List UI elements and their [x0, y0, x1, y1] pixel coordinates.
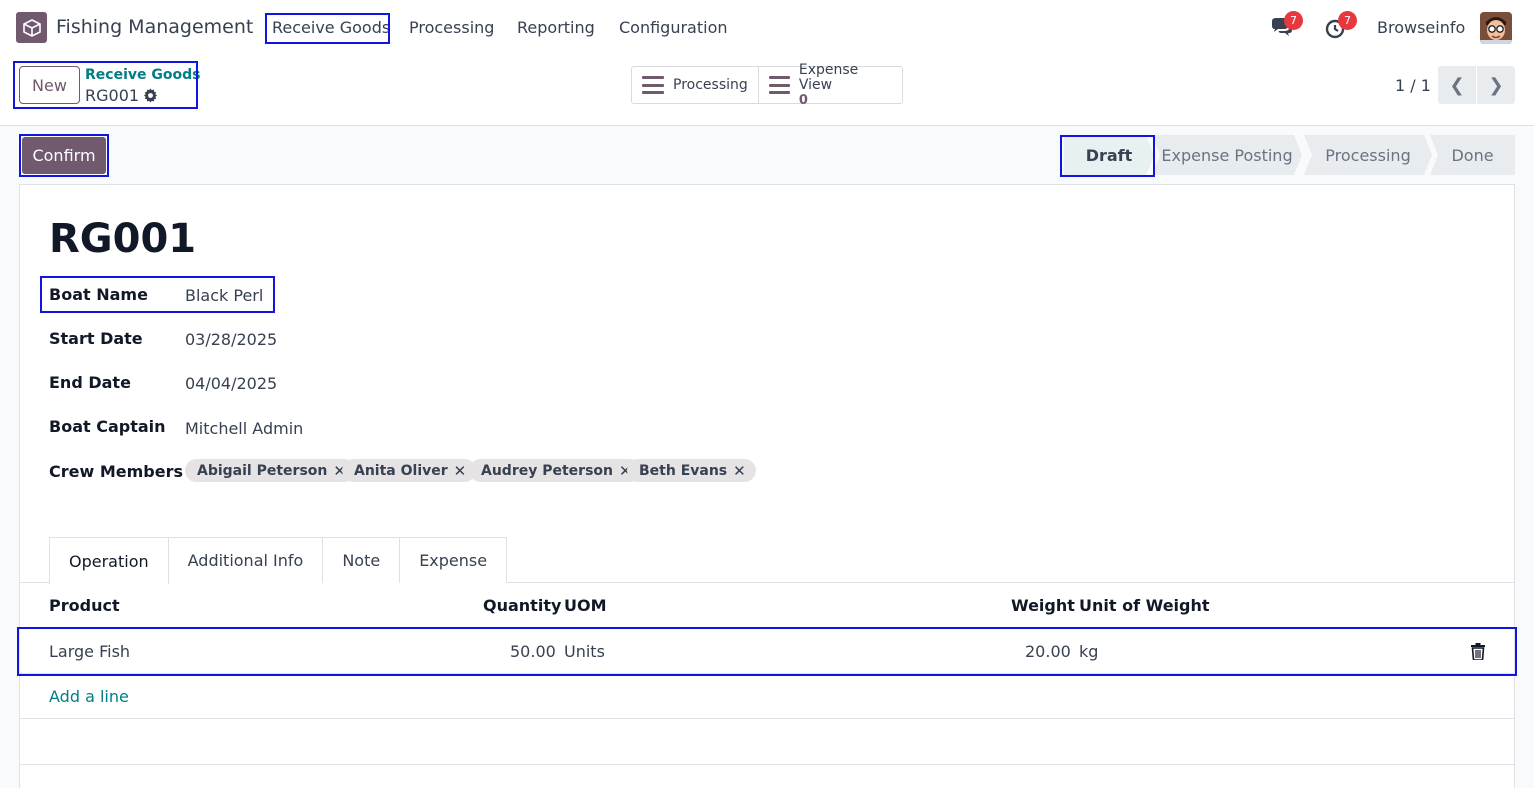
column-header-weight[interactable]: Weight	[1011, 596, 1075, 615]
activities-badge: 7	[1338, 11, 1357, 30]
tab-note[interactable]: Note	[323, 537, 401, 583]
field-start-date[interactable]: 03/28/2025	[185, 330, 277, 349]
menu-reporting[interactable]: Reporting	[517, 18, 595, 37]
stage-processing[interactable]: Processing	[1304, 135, 1432, 175]
stage-expense-posting[interactable]: Expense Posting	[1152, 135, 1302, 175]
crew-tag: Anita Oliver ✕	[342, 459, 477, 482]
field-end-date[interactable]: 04/04/2025	[185, 374, 277, 393]
column-header-quantity[interactable]: Quantity	[483, 596, 561, 615]
messages-badge: 7	[1284, 11, 1303, 30]
field-label-boat-captain: Boat Captain	[49, 417, 166, 436]
list-icon	[642, 76, 664, 94]
field-label-crew-members: Crew Members	[49, 462, 183, 481]
tab-additional-info[interactable]: Additional Info	[168, 537, 324, 583]
previous-record-button[interactable]: ❮	[1438, 66, 1476, 104]
company-switcher[interactable]: Browseinfo	[1377, 18, 1465, 37]
next-record-button[interactable]: ❯	[1476, 66, 1515, 104]
table-divider	[20, 673, 1514, 674]
crew-tag-label: Abigail Peterson	[197, 462, 328, 479]
smart-button-label: Processing	[673, 77, 748, 93]
highlight-box	[40, 276, 275, 313]
remove-tag-icon[interactable]: ✕	[454, 462, 467, 480]
user-avatar[interactable]	[1480, 12, 1512, 44]
highlight-box	[17, 627, 1517, 676]
crew-tag-label: Audrey Peterson	[481, 462, 613, 479]
smart-buttons: Processing Expense View 0	[631, 62, 903, 108]
pager-buttons: ❮ ❯	[1438, 66, 1515, 104]
smart-button-label: Expense View	[798, 61, 859, 93]
messages-button[interactable]: 7	[1270, 11, 1303, 41]
table-divider	[20, 718, 1514, 719]
crew-tag: Beth Evans ✕	[627, 459, 756, 482]
list-icon	[768, 76, 790, 94]
stage-done[interactable]: Done	[1430, 135, 1515, 175]
crew-tag-label: Beth Evans	[639, 462, 728, 479]
highlight-box	[1060, 135, 1155, 177]
highlight-box	[265, 13, 390, 44]
field-label-end-date: End Date	[49, 373, 131, 392]
app-name[interactable]: Fishing Management	[56, 16, 253, 38]
processing-smart-button[interactable]: Processing	[632, 67, 758, 103]
chevron-left-icon: ❮	[1449, 74, 1465, 96]
highlight-box	[13, 61, 198, 109]
form-sheet	[19, 184, 1515, 788]
column-header-uom[interactable]: UOM	[564, 596, 607, 615]
smart-button-value: 0	[798, 92, 808, 108]
field-boat-captain[interactable]: Mitchell Admin	[185, 419, 303, 438]
notebook-tabs: Operation Additional Info Note Expense	[49, 537, 508, 584]
crew-tag: Abigail Peterson ✕	[185, 459, 356, 482]
top-navbar: Fishing Management Receive Goods Process…	[0, 0, 1534, 56]
tab-expense[interactable]: Expense	[400, 537, 508, 583]
menu-processing[interactable]: Processing	[409, 18, 494, 37]
add-line-link[interactable]: Add a line	[49, 687, 129, 706]
record-title: RG001	[49, 216, 197, 262]
control-panel: New Receive Goods RG001 Processing Expen…	[0, 56, 1534, 126]
column-header-product[interactable]: Product	[49, 596, 120, 615]
table-divider	[20, 764, 1514, 765]
remove-tag-icon[interactable]: ✕	[733, 462, 746, 480]
app-menu-icon[interactable]	[16, 12, 47, 43]
box-icon	[22, 18, 41, 37]
chevron-right-icon: ❯	[1488, 74, 1504, 96]
field-label-start-date: Start Date	[49, 329, 143, 348]
column-header-unit-of-weight[interactable]: Unit of Weight	[1079, 596, 1210, 615]
expense-view-smart-button[interactable]: Expense View 0	[757, 62, 902, 108]
pager-value[interactable]: 1 / 1	[1395, 76, 1431, 95]
highlight-box	[19, 134, 109, 177]
activities-button[interactable]: 7	[1324, 11, 1357, 41]
avatar-icon	[1480, 12, 1512, 44]
menu-configuration[interactable]: Configuration	[619, 18, 728, 37]
crew-tag: Audrey Peterson ✕	[469, 459, 642, 482]
crew-tag-label: Anita Oliver	[354, 462, 448, 479]
tab-operation[interactable]: Operation	[49, 537, 169, 584]
